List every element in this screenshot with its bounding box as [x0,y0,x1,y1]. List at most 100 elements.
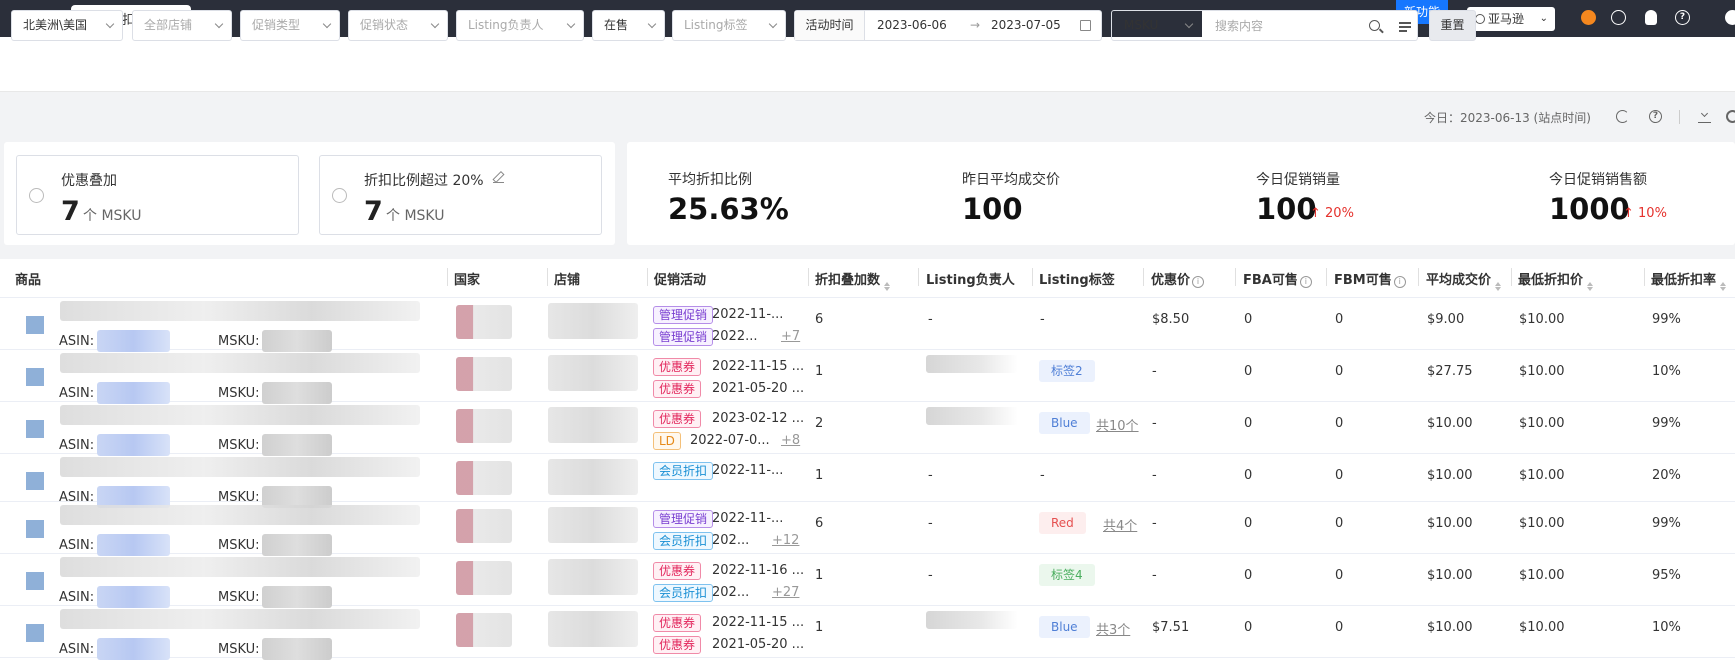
multi-search-button[interactable] [1392,10,1418,41]
promo-date: 202... [712,533,750,548]
min-rate: 10% [1652,620,1681,635]
store-select[interactable]: 全部店铺 [132,10,232,41]
sale-status-select[interactable]: 在售 [592,10,665,41]
tag-count-link[interactable]: 共10个 [1096,415,1139,434]
listing-tag[interactable]: Red [1039,512,1086,534]
region-select[interactable]: 北美洲\美国 [11,10,123,41]
help-icon[interactable]: ? [1675,10,1690,25]
listing-tag[interactable]: 标签4 [1039,564,1095,586]
search-icon[interactable] [1369,20,1380,31]
col-header-product: 商品 [15,273,42,288]
listing-tag[interactable]: 标签2 [1039,360,1095,382]
more-promos-link[interactable]: +27 [772,585,799,600]
radio[interactable] [29,188,44,203]
promo-tag[interactable]: 管理促销 [653,306,714,324]
min-rate: 10% [1652,364,1681,379]
date-start[interactable]: 2023-06-06 [877,11,947,40]
radio[interactable] [332,188,347,203]
more-promos-link[interactable]: +7 [781,329,800,344]
promo-tag[interactable]: 优惠券 [653,358,702,376]
chevron-down-icon [647,19,657,29]
col-header-min-rate[interactable]: 最低折扣率 [1651,269,1727,291]
promo-tag[interactable]: 优惠券 [653,380,702,398]
promo-date: 2023-02-12 ... [712,411,805,426]
metric-value: 1000 [1549,192,1630,226]
redacted-title [60,557,420,577]
lines-icon [1399,22,1411,24]
promo-tag[interactable]: 管理促销 [653,328,714,346]
promo-tag[interactable]: 会员折扣 [653,532,714,550]
search-input[interactable] [1202,10,1394,41]
product-thumbnail[interactable] [26,420,44,438]
fbm-available: 0 [1335,620,1344,635]
bell-icon[interactable] [1645,10,1657,25]
avatar[interactable] [1725,10,1735,25]
promo-tag[interactable]: 优惠券 [653,562,702,580]
search-field-select[interactable]: MSKU [1111,10,1203,41]
promo-tag[interactable]: 优惠券 [653,410,702,428]
column-divider [1326,268,1327,286]
min-price: $10.00 [1519,568,1565,583]
product-thumbnail[interactable] [26,472,44,490]
redacted-store [548,559,638,595]
product-thumbnail[interactable] [26,368,44,386]
chevron-down-icon [768,19,778,29]
reset-button[interactable]: 重置 [1429,10,1476,41]
product-thumbnail[interactable] [26,520,44,538]
promo-tag[interactable]: 优惠券 [653,614,702,632]
export-icon[interactable] [1698,110,1711,123]
divider [1679,110,1680,124]
tag-count-link[interactable]: 共4个 [1103,515,1137,534]
listing-tag[interactable]: Blue [1039,616,1090,638]
product-thumbnail[interactable] [26,316,44,334]
sale-status-value: 在售 [604,18,629,32]
listing-owner-select[interactable]: Listing负责人 [456,10,584,41]
redacted-msku [262,638,332,660]
listing-tag[interactable]: Blue [1039,412,1090,434]
promo-status-select[interactable]: 促销状态 [348,10,448,41]
promo-tag[interactable]: 管理促销 [653,510,714,528]
card-stacked-discount[interactable]: 优惠叠加 7 个 MSKU [16,155,299,235]
edit-icon[interactable] [493,172,504,183]
chevron-down-icon [1184,19,1194,29]
col-header-min-price[interactable]: 最低折扣价 [1518,269,1594,291]
date-range-picker[interactable]: 活动时间 2023-06-06 → 2023-07-05 [794,10,1102,41]
promo-tag[interactable]: 会员折扣 [653,462,714,480]
marketplace-select[interactable]: 亚马逊 ⌄ [1467,7,1555,31]
settings-icon[interactable] [1726,110,1735,123]
today-date: 今日：2023-06-13 (站点时间) [1424,111,1591,125]
more-promos-link[interactable]: +12 [772,533,799,548]
more-promos-link[interactable]: +8 [781,433,800,448]
redacted-title [60,301,420,321]
date-range-label: 活动时间 [795,11,865,40]
redacted-msku [262,382,332,404]
filter-bar [0,37,1735,92]
download-icon[interactable] [1611,10,1626,25]
listing-owner: - [928,468,933,483]
tag-count-link[interactable]: 共3个 [1096,619,1130,638]
card-title: 优惠叠加 [61,173,117,189]
help-icon[interactable]: ? [1649,110,1662,123]
avg-price: $10.00 [1427,568,1473,583]
listing-tag-select[interactable]: Listing标签 [672,10,786,41]
refresh-icon[interactable] [1616,110,1629,123]
date-end[interactable]: 2023-07-05 [991,11,1061,40]
header-label: 折扣叠加数 [815,273,881,288]
info-icon[interactable]: i [1192,276,1205,288]
metric-delta: ↑ 10% [1623,206,1667,221]
col-header-stack[interactable]: 折扣叠加数 [815,269,891,291]
col-header-fbm: FBM可售 i [1334,269,1406,288]
chevron-down-icon [566,19,576,29]
product-thumbnail[interactable] [26,624,44,642]
info-icon[interactable]: i [1393,276,1406,288]
customer-service-icon[interactable] [1581,10,1596,25]
promo-date: 2021-05-20 ... [712,637,805,652]
promo-tag[interactable]: 优惠券 [653,636,702,654]
promo-type-select[interactable]: 促销类型 [240,10,340,41]
card-discount-over-20[interactable]: 折扣比例超过 20% 7 个 MSKU [319,155,602,235]
product-thumbnail[interactable] [26,572,44,590]
promo-tag[interactable]: LD [653,432,681,450]
col-header-avg-price[interactable]: 平均成交价 [1426,269,1502,291]
info-icon[interactable]: i [1299,276,1312,288]
promo-tag[interactable]: 会员折扣 [653,584,714,602]
